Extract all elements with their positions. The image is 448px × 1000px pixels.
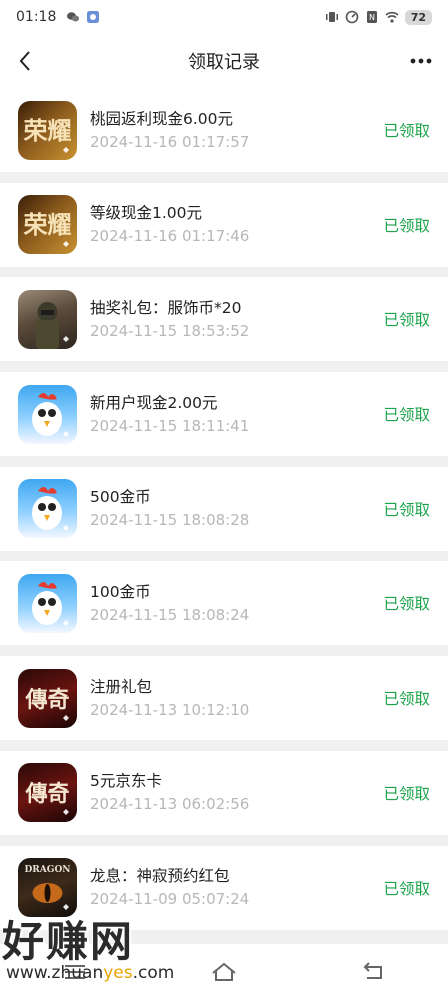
- list-item[interactable]: 新用户现金2.00元 2024-11-15 18:11:41 已领取: [0, 372, 448, 457]
- game-legend-icon: 傳奇: [18, 763, 77, 823]
- return-icon: [363, 962, 383, 979]
- status-label: 已领取: [383, 122, 430, 140]
- home-button[interactable]: [204, 952, 244, 992]
- record-time: 2024-11-15 18:08:28: [90, 511, 250, 530]
- game-glory-icon: 荣耀: [18, 195, 77, 255]
- list-item[interactable]: 抽奖礼包：服饰币*20 2024-11-15 18:53:52 已领取: [0, 277, 448, 362]
- status-bar: 01:18 N 72: [0, 0, 448, 34]
- svg-text:荣耀: 荣耀: [24, 116, 72, 145]
- wechat-icon: [67, 12, 80, 22]
- record-list: 荣耀 桃园返利现金6.00元 2024-11-16 01:17:57 已领取 荣…: [0, 88, 448, 940]
- record-title: 新用户现金2.00元: [90, 393, 218, 412]
- more-dots-icon: [410, 58, 432, 64]
- record-title: 100金币: [90, 582, 151, 601]
- back-button[interactable]: [10, 46, 40, 76]
- record-title: 等级现金1.00元: [90, 204, 203, 223]
- status-label: 已领取: [383, 216, 430, 235]
- record-title: 5元京东卡: [90, 772, 162, 791]
- game-dragon-icon: DRAGON: [18, 858, 77, 917]
- page-title: 领取记录: [188, 52, 260, 73]
- game-chicken-icon: [18, 384, 77, 444]
- back-nav-button[interactable]: [353, 952, 393, 992]
- chevron-left-icon: [19, 51, 30, 71]
- list-item[interactable]: 500金币 2024-11-15 18:08:28 已领取: [0, 466, 448, 551]
- wifi-icon: [385, 11, 399, 23]
- record-time: 2024-11-13 10:12:10: [90, 700, 250, 719]
- more-button[interactable]: [406, 46, 436, 76]
- nav-bar: 领取记录: [0, 34, 448, 88]
- record-time: 2024-11-16 01:17:57: [90, 132, 250, 151]
- record-time: 2024-11-15 18:11:41: [90, 416, 250, 435]
- record-time: 2024-11-15 18:53:52: [90, 321, 250, 340]
- status-label: 已领取: [383, 406, 430, 425]
- list-item[interactable]: 傳奇 5元京东卡 2024-11-13 06:02:56 已领取: [0, 750, 448, 835]
- list-item[interactable]: 荣耀 等级现金1.00元 2024-11-16 01:17:46 已领取: [0, 182, 448, 267]
- record-time: 2024-11-15 18:08:24: [90, 605, 250, 624]
- svg-text:DRAGON: DRAGON: [24, 865, 70, 875]
- svg-text:傳奇: 傳奇: [24, 781, 69, 807]
- list-item[interactable]: 荣耀 桃园返利现金6.00元 2024-11-16 01:17:57 已领取: [0, 88, 448, 172]
- status-label: 已领取: [383, 500, 430, 519]
- status-label: 已领取: [383, 690, 430, 709]
- sim-icon: N: [366, 11, 377, 23]
- status-label: 已领取: [383, 784, 430, 803]
- menu-button[interactable]: [55, 952, 95, 992]
- list-item[interactable]: 100金币 2024-11-15 18:08:24 已领取: [0, 561, 448, 646]
- record-title: 抽奖礼包：服饰币*20: [90, 298, 242, 317]
- list-item[interactable]: 傳奇 注册礼包 2024-11-13 10:12:10 已领取: [0, 656, 448, 741]
- record-time: 2024-11-09 05:07:24: [90, 890, 250, 908]
- system-nav-bar: [0, 944, 448, 1000]
- app-notification-icon: [87, 11, 100, 23]
- game-glory-icon: 荣耀: [18, 100, 77, 160]
- game-chicken-icon: [18, 479, 77, 539]
- svg-text:N: N: [369, 13, 375, 22]
- battery-level: 72: [404, 9, 432, 25]
- record-time: 2024-11-16 01:17:46: [90, 227, 250, 246]
- menu-icon: [64, 965, 85, 979]
- record-title: 桃园返利现金6.00元: [90, 109, 234, 128]
- record-time: 2024-11-13 06:02:56: [90, 795, 250, 814]
- record-title: 500金币: [90, 488, 151, 507]
- game-legend-icon: 傳奇: [18, 668, 77, 728]
- game-chicken-icon: [18, 573, 77, 633]
- svg-text:傳奇: 傳奇: [24, 687, 69, 713]
- record-title: 注册礼包: [90, 677, 153, 696]
- record-title: 龙息：神寂预约红包: [90, 867, 230, 885]
- list-item[interactable]: DRAGON 龙息：神寂预约红包 2024-11-09 05:07:24 已领取: [0, 845, 448, 930]
- svg-text:荣耀: 荣耀: [24, 210, 72, 239]
- speed-gauge-icon: [345, 10, 358, 24]
- vibrate-icon: [325, 12, 338, 22]
- status-time: 01:18: [16, 9, 57, 25]
- home-icon: [212, 962, 236, 981]
- status-label: 已领取: [383, 311, 430, 330]
- status-label: 已领取: [383, 879, 430, 898]
- status-label: 已领取: [383, 595, 430, 614]
- game-pubg-icon: [18, 289, 77, 349]
